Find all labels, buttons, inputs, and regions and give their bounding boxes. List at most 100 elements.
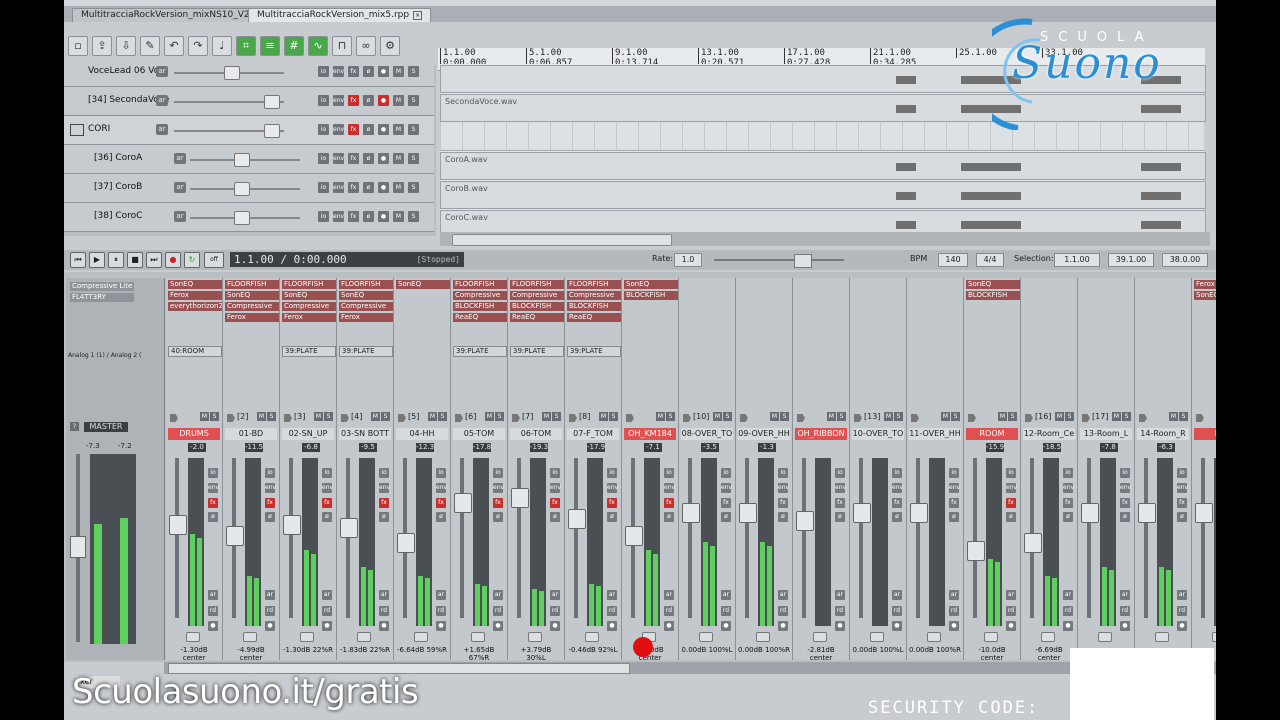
channel-io-button[interactable]: io: [835, 468, 845, 478]
track-rec-button[interactable]: ●: [378, 182, 389, 193]
channel-env-button[interactable]: env: [436, 483, 447, 493]
channel-m-button[interactable]: M: [998, 412, 1007, 421]
route-icon[interactable]: [227, 414, 235, 422]
channel-phase-button[interactable]: ø: [721, 512, 731, 522]
channel-s-button[interactable]: S: [951, 412, 960, 421]
channel-s-button[interactable]: S: [1122, 412, 1131, 421]
fader-knob[interactable]: [910, 503, 928, 523]
pan-knob[interactable]: [1041, 632, 1055, 642]
fx-slot[interactable]: FLOORFISH: [339, 280, 393, 289]
track-S-button[interactable]: S: [408, 95, 419, 106]
channel-name[interactable]: 14-Room_R: [1137, 428, 1189, 440]
track-M-button[interactable]: M: [393, 153, 404, 164]
channel-s-button[interactable]: S: [324, 412, 333, 421]
master-fader-track[interactable]: [70, 454, 86, 642]
track-row[interactable]: [36] CoroA ar io env fx ø ● M S: [64, 145, 434, 174]
channel-io-button[interactable]: io: [265, 468, 275, 478]
fader-knob[interactable]: [169, 515, 187, 535]
channel-s-button[interactable]: S: [723, 412, 732, 421]
pan-knob[interactable]: [1155, 632, 1169, 642]
channel-io-button[interactable]: io: [664, 468, 674, 478]
channel-m-button[interactable]: M: [1112, 412, 1121, 421]
fx-slot[interactable]: Compressive: [282, 302, 336, 311]
track-rec-button[interactable]: ●: [378, 211, 389, 222]
channel-ar-button[interactable]: ar: [436, 590, 446, 600]
fx-slot[interactable]: Ferox: [1194, 280, 1216, 289]
channel-env-button[interactable]: env: [892, 483, 903, 493]
channel-env-button[interactable]: env: [835, 483, 846, 493]
fader-track[interactable]: [226, 458, 244, 618]
track-M-button[interactable]: M: [393, 124, 404, 135]
channel-rd-button[interactable]: rd: [664, 606, 674, 616]
grid-snap-icon[interactable]: ⌗: [236, 36, 256, 56]
fader-track[interactable]: [796, 458, 814, 618]
channel-name[interactable]: ROOM: [966, 428, 1018, 440]
channel-env-button[interactable]: env: [493, 483, 504, 493]
track-S-button[interactable]: S: [408, 124, 419, 135]
fader-knob[interactable]: [397, 533, 415, 553]
channel-name[interactable]: Ba: [1194, 428, 1216, 440]
pan-knob[interactable]: [243, 632, 257, 642]
channel-ar-button[interactable]: ar: [493, 590, 503, 600]
channel-fx-button[interactable]: fx: [436, 498, 446, 508]
channel-s-button[interactable]: S: [1065, 412, 1074, 421]
route-icon[interactable]: [455, 414, 463, 422]
route-icon[interactable]: [1025, 414, 1033, 422]
fader-track[interactable]: [1081, 458, 1099, 618]
channel-phase-button[interactable]: ø: [1120, 512, 1130, 522]
fader-track[interactable]: [739, 458, 757, 618]
channel-io-button[interactable]: io: [1120, 468, 1130, 478]
fx-slot[interactable]: Ferox: [225, 313, 279, 322]
master-fx-slot[interactable]: FL4TT3RY: [70, 293, 134, 302]
fx-slot[interactable]: Compressive: [339, 302, 393, 311]
channel-io-button[interactable]: io: [1063, 468, 1073, 478]
fader-knob[interactable]: [340, 518, 358, 538]
pan-knob[interactable]: [699, 632, 713, 642]
fx-slot[interactable]: Ferox: [168, 291, 222, 300]
fx-slot[interactable]: Compressive: [567, 291, 621, 300]
channel-rd-button[interactable]: rd: [721, 606, 731, 616]
track-row[interactable]: CORI ar io env fx ø ● M S: [64, 116, 434, 145]
channel-io-button[interactable]: io: [208, 468, 218, 478]
pause-icon[interactable]: ⏸: [108, 252, 124, 268]
fx-slot[interactable]: Ferox: [339, 313, 393, 322]
scrollbar-thumb[interactable]: [452, 234, 672, 246]
channel-fx-button[interactable]: fx: [778, 498, 788, 508]
channel-rd-button[interactable]: rd: [379, 606, 389, 616]
channel-env-button[interactable]: env: [1120, 483, 1131, 493]
fader-track[interactable]: [454, 458, 472, 618]
bpm-field[interactable]: 140: [938, 253, 968, 267]
channel-s-button[interactable]: S: [1179, 412, 1188, 421]
channel-m-button[interactable]: M: [257, 412, 266, 421]
fader-knob[interactable]: [1138, 503, 1156, 523]
track-S-button[interactable]: S: [408, 153, 419, 164]
channel-env-button[interactable]: env: [664, 483, 675, 493]
pan-knob[interactable]: [186, 632, 200, 642]
channel-phase-button[interactable]: ø: [322, 512, 332, 522]
channel-env-button[interactable]: env: [949, 483, 960, 493]
channel-m-button[interactable]: M: [884, 412, 893, 421]
fader-track[interactable]: [853, 458, 871, 618]
channel-rec-button[interactable]: ●: [322, 621, 332, 631]
pan-knob[interactable]: [585, 632, 599, 642]
fx-slot[interactable]: ReaEQ: [453, 313, 507, 322]
track-env-button[interactable]: env: [333, 66, 344, 77]
save-project-icon[interactable]: ⇩: [116, 36, 136, 56]
go-to-end-icon[interactable]: ⏭: [146, 252, 162, 268]
fx-slot[interactable]: SonEQ: [624, 280, 678, 289]
fader-track[interactable]: [169, 458, 187, 618]
channel-ar-button[interactable]: ar: [208, 590, 218, 600]
route-icon[interactable]: [797, 414, 805, 422]
channel-env-button[interactable]: env: [1063, 483, 1074, 493]
pan-knob[interactable]: [414, 632, 428, 642]
channel-name[interactable]: 04-HH: [396, 428, 448, 440]
new-project-icon[interactable]: ▫: [68, 36, 88, 56]
channel-s-button[interactable]: S: [609, 412, 618, 421]
route-icon[interactable]: [1139, 414, 1147, 422]
channel-phase-button[interactable]: ø: [436, 512, 446, 522]
rate-slider[interactable]: [714, 254, 844, 268]
track-phase-button[interactable]: ø: [363, 182, 374, 193]
fader-knob[interactable]: [967, 541, 985, 561]
track-env-button[interactable]: env: [333, 95, 344, 106]
route-icon[interactable]: [170, 414, 178, 422]
